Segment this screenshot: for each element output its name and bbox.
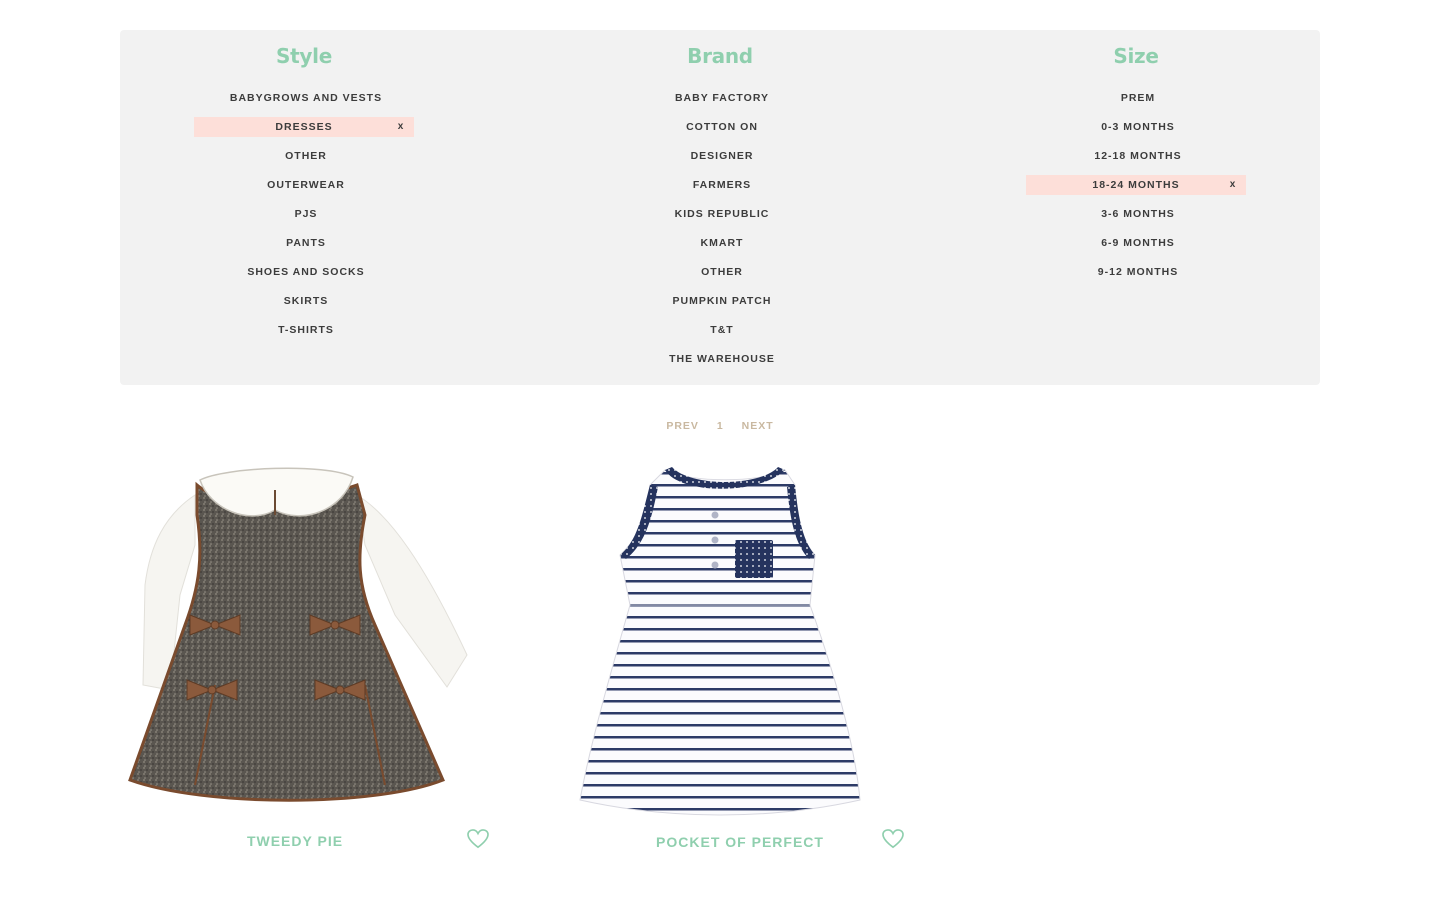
product-image-striped-dress[interactable] xyxy=(570,455,940,820)
style-filter-option-label: PJS xyxy=(294,208,318,220)
size-filter-option-label: 12-18 MONTHS xyxy=(1094,150,1182,162)
style-filter-list: BABYGROWS AND VESTS DRESSES x OTHER OUTERWEA… xyxy=(120,88,520,349)
prev-page-link[interactable]: PREV xyxy=(666,420,699,432)
size-filter-list: PREM 0-3 MONTHS 12-18 MONTHS 18-24 MONTHS x 3… xyxy=(920,88,1320,291)
heart-outline-icon[interactable] xyxy=(467,829,489,849)
heart-outline-icon[interactable] xyxy=(882,829,904,849)
page-number-link[interactable]: 1 xyxy=(717,420,724,432)
size-filter-option[interactable]: 0-3 MONTHS xyxy=(938,117,1338,137)
product-card[interactable]: POCKET OF PERFECT xyxy=(570,455,940,865)
brand-filter-heading: Brand xyxy=(687,44,753,68)
brand-filter-option[interactable]: COTTON ON xyxy=(522,117,922,137)
style-filter-heading: Style xyxy=(276,44,332,68)
remove-filter-button[interactable]: x xyxy=(394,117,408,137)
size-filter-option-label: PREM xyxy=(1120,92,1156,104)
brand-filter-option[interactable]: KIDS REPUBLIC xyxy=(522,204,922,224)
brand-filter-option[interactable]: OTHER xyxy=(522,262,922,282)
size-filter-option-label: 9-12 MONTHS xyxy=(1097,266,1179,278)
product-image-tweed-dress[interactable] xyxy=(125,455,495,820)
style-filter-option-label: T-SHIRTS xyxy=(278,324,334,336)
next-page-link[interactable]: NEXT xyxy=(742,420,774,432)
size-filter-option[interactable]: PREM xyxy=(938,88,1338,108)
brand-filter-option-label: PUMPKIN PATCH xyxy=(672,295,772,307)
pagination: PREV 1 NEXT xyxy=(0,420,1440,432)
brand-filter-option[interactable]: BABY FACTORY xyxy=(522,88,922,108)
brand-filter-option-label: BABY FACTORY xyxy=(674,92,770,104)
style-filter-option-label: DRESSES xyxy=(194,117,414,137)
brand-filter-option[interactable]: KMART xyxy=(522,233,922,253)
size-filter-option-label: 6-9 MONTHS xyxy=(1101,237,1175,249)
style-filter-option-label: OUTERWEAR xyxy=(267,179,345,191)
brand-filter-option-label: OTHER xyxy=(701,266,743,278)
style-filter-option[interactable]: PANTS xyxy=(106,233,506,253)
brand-filter-option-label: FARMERS xyxy=(692,179,752,191)
style-filter-option[interactable]: T-SHIRTS xyxy=(106,320,506,340)
brand-filter-option[interactable]: DESIGNER xyxy=(522,146,922,166)
size-filter-option[interactable]: 12-18 MONTHS xyxy=(938,146,1338,166)
style-filter-option[interactable]: OTHER xyxy=(106,146,506,166)
brand-filter-option-label: T&T xyxy=(710,324,734,336)
product-card[interactable]: TWEEDY PIE xyxy=(125,455,495,865)
style-filter-option-label: BABYGROWS AND VESTS xyxy=(229,92,383,104)
style-filter-option[interactable]: PJS xyxy=(106,204,506,224)
style-filter-option-label: SKIRTS xyxy=(283,295,329,307)
remove-filter-button[interactable]: x xyxy=(1226,175,1240,195)
style-filter-option-label: OTHER xyxy=(285,150,327,162)
size-filter-option-label: 3-6 MONTHS xyxy=(1101,208,1175,220)
size-filter-option-label: 18-24 MONTHS xyxy=(1026,175,1246,195)
size-filter-heading: Size xyxy=(1113,44,1159,68)
brand-filter-option-label: THE WAREHOUSE xyxy=(669,353,775,365)
filter-panel: Style BABYGROWS AND VESTS DRESSES x OTHER OU… xyxy=(120,30,1320,385)
brand-filter-option[interactable]: PUMPKIN PATCH xyxy=(522,291,922,311)
style-filter-option[interactable]: DRESSES x xyxy=(106,117,506,137)
style-filter-option[interactable]: SKIRTS xyxy=(106,291,506,311)
brand-filter-option-label: DESIGNER xyxy=(690,150,754,162)
brand-filter-option-label: KMART xyxy=(700,237,744,249)
style-filter-option[interactable]: OUTERWEAR xyxy=(106,175,506,195)
style-filter-option[interactable]: SHOES AND SOCKS xyxy=(106,262,506,282)
size-filter-option-label: 0-3 MONTHS xyxy=(1101,121,1175,133)
brand-filter-option[interactable]: T&T xyxy=(522,320,922,340)
size-filter-option[interactable]: 18-24 MONTHS x xyxy=(938,175,1338,195)
brand-filter-option[interactable]: THE WAREHOUSE xyxy=(522,349,922,369)
style-filter-option[interactable]: BABYGROWS AND VESTS xyxy=(106,88,506,108)
product-name[interactable]: TWEEDY PIE xyxy=(125,833,465,849)
brand-filter-option-label: COTTON ON xyxy=(686,121,758,133)
style-filter-option-label: PANTS xyxy=(286,237,326,249)
size-filter-option[interactable]: 6-9 MONTHS xyxy=(938,233,1338,253)
size-filter-option[interactable]: 9-12 MONTHS xyxy=(938,262,1338,282)
brand-filter-option[interactable]: FARMERS xyxy=(522,175,922,195)
style-filter-option-label: SHOES AND SOCKS xyxy=(247,266,365,278)
size-filter-option[interactable]: 3-6 MONTHS xyxy=(938,204,1338,224)
brand-filter-list: BABY FACTORY COTTON ON DESIGNER FARMERS KIDS… xyxy=(520,88,920,378)
product-name[interactable]: POCKET OF PERFECT xyxy=(570,834,910,850)
brand-filter-option-label: KIDS REPUBLIC xyxy=(674,208,770,220)
